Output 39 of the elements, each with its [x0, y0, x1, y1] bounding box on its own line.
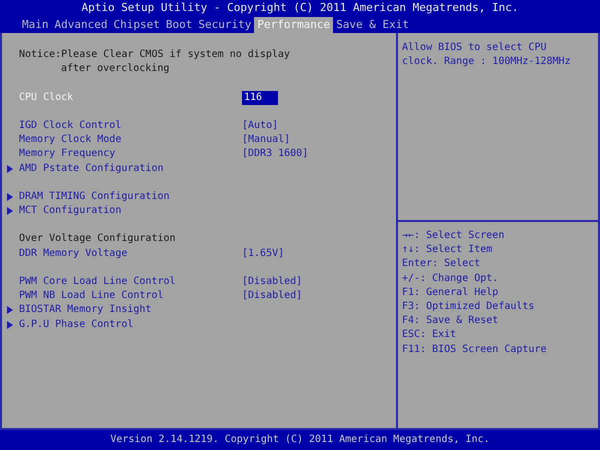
key-hint: F3: Optimized Defaults — [402, 300, 536, 314]
setting-label[interactable]: Memory Frequency — [19, 147, 242, 162]
menu-tab[interactable]: Advanced — [52, 17, 110, 33]
menu-tab[interactable]: Boot — [162, 17, 196, 33]
submenu-link[interactable]: AMD Pstate Configuration — [19, 162, 164, 176]
triangle-icon — [7, 164, 13, 173]
key-hint: F4: Save & Reset — [402, 314, 500, 328]
setting-value[interactable]: [Manual] — [242, 133, 290, 148]
section-heading: Over Voltage Configuration — [19, 232, 176, 246]
setting-value[interactable]: [DDR3 1600] — [242, 147, 308, 162]
setting-label[interactable]: Memory Clock Mode — [19, 133, 242, 148]
setting-value[interactable]: [Disabled] — [242, 289, 302, 304]
key-hint: F11: BIOS Screen Capture — [402, 342, 548, 356]
key-hint: F1: General Help — [402, 286, 500, 300]
help-text: Allow BIOS to select CPU clock. Range : 100MHz-128MHz — [402, 41, 572, 70]
setting-value[interactable]: [Disabled] — [242, 275, 302, 290]
version-text: Version 2.14.1219. Copyright (C) 2011 American Megatrends, Inc. — [110, 432, 490, 447]
notice-text: Notice:Please Clear CMOS if system no display after overclocking — [18, 48, 291, 76]
setting-label[interactable]: PWM Core Load Line Control — [19, 275, 242, 290]
window-title: Aptio Setup Utility - Copyright (C) 2011 American Megatrends, Inc. — [81, 1, 519, 16]
setting-label[interactable]: PWM NB Load Line Control — [19, 289, 242, 304]
setting-label[interactable]: IGD Clock Control — [19, 118, 242, 134]
submenu-link[interactable]: BIOSTAR Memory Insight — [19, 303, 152, 318]
menu-tab[interactable]: Main — [19, 17, 52, 33]
key-hint: →←: Select Screen — [402, 229, 506, 243]
menu-tab[interactable]: Security — [195, 17, 254, 33]
key-hint: ↑↓: Select Item — [402, 243, 494, 258]
submenu-link[interactable]: DRAM TIMING Configuration — [19, 190, 170, 204]
menu-tab[interactable]: Chipset — [110, 17, 163, 33]
menu-tab[interactable]: Save & Exit — [333, 17, 412, 33]
submenu-link[interactable]: MCT Configuration — [19, 204, 122, 218]
submenu-link[interactable]: G.P.U Phase Control — [19, 318, 134, 332]
key-hint: +/-: Change Opt. — [402, 272, 500, 286]
setting-value[interactable]: 116 — [242, 90, 278, 105]
key-hint: Enter: Select — [402, 257, 482, 272]
setting-label[interactable]: DDR Memory Voltage — [19, 246, 242, 261]
key-hint: ESC: Exit — [402, 328, 458, 342]
setting-value[interactable]: [1.65V] — [242, 246, 284, 261]
setting-value[interactable]: [Auto] — [242, 118, 278, 134]
